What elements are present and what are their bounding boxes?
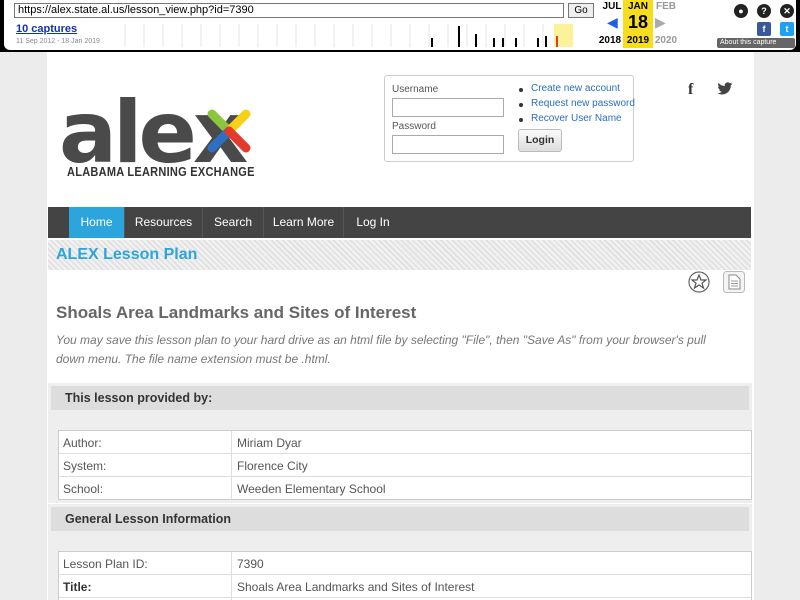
login-button[interactable]: Login <box>518 129 562 152</box>
username-input[interactable] <box>392 98 504 117</box>
nav-resources[interactable]: Resources <box>125 207 203 238</box>
password-input[interactable] <box>392 135 504 154</box>
wayback-panel: https://alex.state.al.us/lesson_view.php… <box>4 0 796 50</box>
nav-learn-more[interactable]: Learn More <box>264 207 344 238</box>
document-icon[interactable] <box>723 271 745 293</box>
captures-link[interactable]: 10 captures <box>16 23 77 35</box>
nav-home[interactable]: Home <box>69 207 125 238</box>
year-current: 2019 <box>626 35 650 46</box>
login-box: Username Password Create new account Req… <box>384 75 635 162</box>
bullet <box>519 118 523 122</box>
row-value: Miriam Dyar <box>237 436 302 450</box>
wayback-url-input[interactable]: https://alex.state.al.us/lesson_view.php… <box>14 3 564 18</box>
username-label: Username <box>392 84 439 95</box>
row-value: 7390 <box>237 557 264 571</box>
row-key: School: <box>63 482 104 496</box>
nav-log-in[interactable]: Log In <box>344 207 402 238</box>
general-info-table: Lesson Plan ID: 7390 Title: Shoals Area … <box>58 551 752 600</box>
recover-username-link[interactable]: Recover User Name <box>531 113 622 124</box>
lesson-plan-heading: ALEX Lesson Plan <box>56 246 198 263</box>
table-row: System: Florence City <box>59 454 751 477</box>
page-container: alex ALABAMA LEARNING EXCHANGE Username … <box>47 52 754 600</box>
request-password-link[interactable]: Request new password <box>531 98 635 109</box>
user-icon[interactable]: ● <box>734 4 748 18</box>
bullet <box>519 103 523 107</box>
save-instructions: You may save this lesson plan to your ha… <box>56 333 706 366</box>
row-key: Lesson Plan ID: <box>63 557 148 571</box>
section-header: This lesson provided by: <box>51 386 749 410</box>
row-value: Florence City <box>237 459 308 473</box>
year-next: 2020 <box>654 35 678 46</box>
section-header: General Lesson Information <box>51 507 749 531</box>
close-icon[interactable]: ✕ <box>780 4 794 18</box>
table-row: School: Weeden Elementary School <box>59 477 751 500</box>
capture-date-range: 11 Sep 2012 - 18 Jan 2019 <box>16 38 100 45</box>
lesson-plan-banner: ALEX Lesson Plan <box>48 240 751 270</box>
table-row: Lesson Plan ID: 7390 <box>59 552 751 575</box>
general-info-section: General Lesson Information Lesson Plan I… <box>48 504 752 600</box>
row-key: Title: <box>63 580 92 594</box>
twitter-icon[interactable] <box>717 82 733 96</box>
month-next: FEB <box>656 1 676 12</box>
wayback-go-button[interactable]: Go <box>568 3 594 18</box>
row-key: Author: <box>63 436 102 450</box>
password-label: Password <box>392 121 436 132</box>
year-prev[interactable]: 2018 <box>595 35 625 46</box>
section-title: This lesson provided by: <box>65 391 213 405</box>
capture-sparkline[interactable] <box>106 24 584 47</box>
table-row: Author: Miriam Dyar <box>59 431 751 454</box>
wayback-toolbar: https://alex.state.al.us/lesson_view.php… <box>0 0 800 52</box>
next-capture-arrow-icon: ▶ <box>655 14 666 30</box>
twitter-share-icon[interactable]: t <box>780 22 794 36</box>
lesson-title: Shoals Area Landmarks and Sites of Inter… <box>56 303 417 322</box>
facebook-share-icon[interactable]: f <box>757 22 771 36</box>
nav-search[interactable]: Search <box>203 207 264 238</box>
favorite-star-icon[interactable] <box>688 271 710 293</box>
provided-by-table: Author: Miriam Dyar System: Florence Cit… <box>58 430 752 500</box>
row-value: Shoals Area Landmarks and Sites of Inter… <box>237 580 475 594</box>
row-key: System: <box>63 459 107 473</box>
prev-capture-arrow-icon[interactable]: ◀ <box>607 14 618 31</box>
provided-by-section: This lesson provided by: Author: Miriam … <box>48 383 752 503</box>
capture-day: 18 <box>627 12 649 32</box>
facebook-icon[interactable]: f <box>688 81 693 99</box>
help-icon[interactable]: ? <box>757 4 771 18</box>
about-capture-link[interactable]: About this capture <box>717 38 795 48</box>
row-value: Weeden Elementary School <box>237 482 386 496</box>
table-row: Title: Shoals Area Landmarks and Sites o… <box>59 575 751 598</box>
section-title: General Lesson Information <box>65 512 232 526</box>
logo-subtitle: ALABAMA LEARNING EXCHANGE <box>67 165 255 179</box>
create-account-link[interactable]: Create new account <box>531 83 620 94</box>
main-nav: Home Resources Search Learn More Log In <box>48 207 751 238</box>
bullet <box>519 88 523 92</box>
